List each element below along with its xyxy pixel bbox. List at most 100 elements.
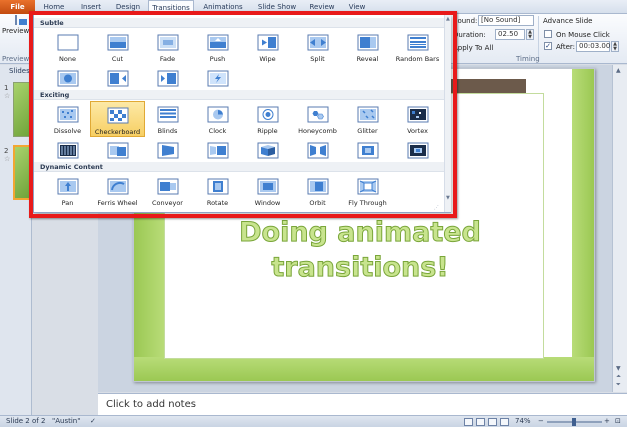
transition-clock[interactable]: Clock — [190, 101, 245, 137]
fly-through-transition-icon — [357, 177, 379, 197]
transition-fade[interactable]: Fade — [140, 29, 195, 65]
sound-dropdown[interactable]: [No Sound] — [478, 15, 534, 26]
rotate-transition-icon — [207, 177, 229, 197]
timing-group-label: Timing — [516, 55, 540, 63]
theme-name-status: "Austin" — [52, 417, 81, 425]
slide-title-line-1: Doing animated — [239, 217, 482, 249]
transition-label: Push — [209, 55, 226, 63]
transition-dissolve[interactable]: Dissolve — [40, 101, 95, 137]
normal-view-icon[interactable] — [464, 418, 473, 426]
transition-orbit[interactable]: Orbit — [290, 173, 345, 209]
slide-thumbnail-2[interactable] — [13, 145, 32, 200]
reading-view-icon[interactable] — [488, 418, 497, 426]
gallery-section-exciting: Exciting — [34, 90, 444, 100]
transition-blinds[interactable]: Blinds — [140, 101, 195, 137]
zoom-out-icon[interactable]: − — [538, 417, 544, 425]
previous-slide-icon[interactable]: ⏶ — [616, 373, 621, 381]
transition-ripple[interactable]: Ripple — [240, 101, 295, 137]
transition-label: Orbit — [309, 199, 326, 207]
tab-insert[interactable]: Insert — [74, 0, 108, 14]
preview-button[interactable]: Preview — [2, 15, 30, 54]
preview-button-label: Preview — [2, 27, 30, 35]
after-spinner[interactable]: ▲ ▼ — [611, 41, 619, 52]
resize-grip-icon[interactable]: ⋰ — [434, 205, 442, 212]
box-transition-icon — [357, 141, 379, 161]
after-input[interactable]: 00:03.00 — [576, 41, 610, 52]
on-mouse-click-checkbox[interactable] — [544, 30, 552, 38]
tab-animations[interactable]: Animations — [198, 0, 248, 14]
preview-icon — [14, 15, 17, 25]
advance-slide-label: Advance Slide — [543, 17, 593, 25]
after-checkbox[interactable]: ✓ — [544, 42, 552, 50]
transition-window[interactable]: Window — [240, 173, 295, 209]
scroll-down-icon[interactable]: ▼ — [616, 365, 621, 372]
tab-design[interactable]: Design — [110, 0, 146, 14]
checkerboard-transition-icon — [107, 106, 129, 126]
transition-honeycomb[interactable]: Honeycomb — [290, 101, 345, 137]
split-transition-icon — [307, 33, 329, 53]
transition-random-bars[interactable]: Random Bars — [390, 29, 445, 65]
fade-transition-icon — [157, 33, 179, 53]
transition-conveyor[interactable]: Conveyor — [140, 173, 195, 209]
transition-fly-through[interactable]: Fly Through — [340, 173, 395, 209]
slide-count-status: Slide 2 of 2 — [6, 417, 46, 425]
slide-title[interactable]: Doing animated transitions! — [200, 215, 520, 285]
random-bars-transition-icon — [407, 33, 429, 53]
notes-pane[interactable]: Click to add notes — [98, 393, 627, 415]
vortex-transition-icon — [407, 105, 429, 125]
transition-vortex[interactable]: Vortex — [390, 101, 445, 137]
transition-label: Window — [254, 199, 281, 207]
transition-none[interactable]: None — [40, 29, 95, 65]
cut-transition-icon — [107, 33, 129, 53]
duration-input[interactable]: 02.50 — [495, 29, 525, 40]
tab-home[interactable]: Home — [38, 0, 70, 14]
gallery-section-subtle: Subtle — [34, 18, 444, 28]
duration-spinner[interactable]: ▲ ▼ — [526, 29, 534, 40]
transition-label: Dissolve — [53, 127, 82, 135]
gallery-scrollbar[interactable]: ▲ ▼ — [444, 15, 451, 212]
scroll-up-icon[interactable]: ▲ — [446, 16, 450, 22]
slide-thumbnail-1[interactable] — [13, 82, 32, 137]
gallery-section-dynamic-content: Dynamic Content — [34, 162, 444, 172]
vertical-scrollbar[interactable]: ▲ ▼ ⏶ ⏷ — [612, 65, 627, 392]
slide-sorter-icon[interactable] — [476, 418, 485, 426]
slideshow-view-icon[interactable] — [500, 418, 509, 426]
thumbnail-number-1: 1 — [4, 84, 9, 92]
transition-wipe[interactable]: Wipe — [240, 29, 295, 65]
notes-placeholder: Click to add notes — [106, 399, 196, 410]
zoom-level[interactable]: 74% — [515, 417, 531, 425]
tab-transitions[interactable]: Transitions — [148, 0, 194, 15]
slides-tab[interactable]: Slides — [9, 67, 30, 75]
preview-group-label: Preview — [2, 55, 30, 63]
transition-glitter[interactable]: Glitter — [340, 101, 395, 137]
transition-ferris-wheel[interactable]: Ferris Wheel — [90, 173, 145, 209]
tab-slide-show[interactable]: Slide Show — [252, 0, 302, 14]
honeycomb-transition-icon — [307, 105, 329, 125]
transition-push[interactable]: Push — [190, 29, 245, 65]
tab-review[interactable]: Review — [304, 0, 340, 14]
tab-file[interactable]: File — [0, 0, 35, 14]
transition-reveal[interactable]: Reveal — [340, 29, 395, 65]
scroll-up-icon[interactable]: ▲ — [616, 67, 621, 74]
ribbon-separator — [538, 16, 539, 60]
spellcheck-icon[interactable]: ✓ — [90, 417, 96, 425]
push-transition-icon — [207, 33, 229, 53]
transition-label: Vortex — [407, 127, 428, 135]
ferris-wheel-transition-icon — [107, 177, 129, 197]
sound-label: Sound: — [453, 17, 478, 25]
zoom-slider-handle[interactable] — [572, 418, 576, 426]
transition-cut[interactable]: Cut — [90, 29, 145, 65]
apply-to-all-button[interactable]: Apply To All — [453, 44, 493, 52]
transition-label: Reveal — [356, 55, 379, 63]
next-slide-icon[interactable]: ⏷ — [616, 381, 621, 389]
transition-pan[interactable]: Pan — [40, 173, 95, 209]
tab-view[interactable]: View — [342, 0, 372, 14]
switch-transition-icon — [107, 141, 129, 161]
transition-label: Clock — [208, 127, 227, 135]
transition-split[interactable]: Split — [290, 29, 345, 65]
transition-rotate[interactable]: Rotate — [190, 173, 245, 209]
transition-checkerboard[interactable]: Checkerboard — [90, 101, 145, 137]
fit-to-window-icon[interactable]: ⊡ — [615, 417, 621, 425]
scroll-down-icon[interactable]: ▼ — [446, 195, 450, 201]
zoom-in-icon[interactable]: + — [604, 417, 610, 425]
